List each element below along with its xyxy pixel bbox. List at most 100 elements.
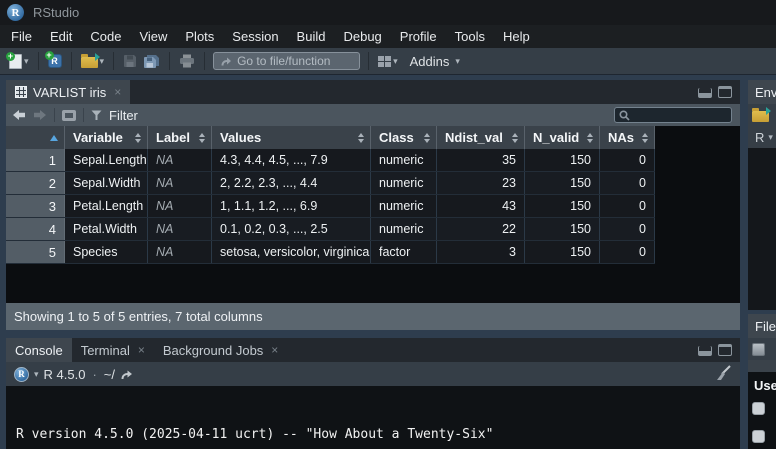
chevron-down-icon[interactable]: ▾: [34, 370, 39, 379]
menu-session[interactable]: Session: [223, 26, 287, 47]
close-icon[interactable]: ×: [114, 85, 121, 99]
file-checkbox[interactable]: [752, 430, 765, 443]
menu-plots[interactable]: Plots: [176, 26, 223, 47]
clear-console-button[interactable]: [714, 365, 732, 387]
chevron-down-icon[interactable]: ▾: [768, 133, 773, 142]
cell-class: factor: [371, 241, 437, 263]
chevron-down-icon[interactable]: ▾: [393, 57, 398, 66]
working-directory[interactable]: ~/: [104, 367, 115, 382]
file-checkbox[interactable]: [752, 402, 765, 415]
close-icon[interactable]: ×: [271, 343, 278, 357]
tab-files[interactable]: Files: [748, 314, 776, 338]
console-output: R version 4.5.0 (2025-04-11 ucrt) -- "Ho…: [6, 386, 740, 449]
header-nas[interactable]: NAs: [600, 126, 655, 149]
table-status-bar: Showing 1 to 5 of 5 entries, 7 total col…: [6, 303, 740, 330]
table-search-box[interactable]: [614, 107, 732, 123]
goto-directory-arrow-icon[interactable]: [120, 369, 133, 380]
save-all-button[interactable]: [140, 52, 163, 71]
row-number: 5: [6, 241, 65, 263]
pane-layout-button[interactable]: ▾: [375, 54, 401, 69]
cell-values: 0.1, 0.2, 0.3, ..., 2.5: [212, 218, 371, 240]
cell-label: NA: [148, 241, 212, 263]
table-row[interactable]: 5 Species NA setosa, versicolor, virgini…: [6, 241, 655, 264]
chevron-down-icon[interactable]: ▾: [24, 57, 29, 66]
table-search-input[interactable]: [633, 109, 727, 121]
status-text: Showing 1 to 5 of 5 entries, 7 total col…: [14, 309, 263, 324]
tab-console[interactable]: Console: [6, 338, 72, 362]
tab-label: Terminal: [81, 343, 130, 358]
environment-toolbar: [748, 104, 776, 126]
new-blank-file-icon[interactable]: [752, 343, 765, 356]
new-project-button[interactable]: [45, 52, 65, 70]
maximize-pane-icon[interactable]: [718, 344, 732, 356]
table-row[interactable]: 2 Sepal.Width NA 2, 2.2, 2.3, ..., 4.4 n…: [6, 172, 655, 195]
goto-file-function-box[interactable]: [213, 52, 360, 70]
save-icon: [123, 54, 137, 68]
cell-values: 1, 1.1, 1.2, ..., 6.9: [212, 195, 371, 217]
minimize-pane-icon[interactable]: [698, 88, 712, 98]
console-toolbar: ▾ R 4.5.0 · ~/: [6, 362, 740, 386]
open-file-button[interactable]: ▾: [78, 52, 108, 70]
cell-label: NA: [148, 149, 212, 171]
header-rownum[interactable]: [6, 126, 65, 149]
addins-button[interactable]: Addins ▾: [401, 52, 463, 71]
menu-build[interactable]: Build: [288, 26, 335, 47]
cell-n-valid: 150: [525, 149, 600, 171]
table-row[interactable]: 1 Sepal.Length NA 4.3, 4.4, 4.5, ..., 7.…: [6, 149, 655, 172]
pane-window-buttons: [698, 344, 732, 356]
tab-varlist-iris[interactable]: VARLIST iris ×: [6, 80, 130, 104]
environment-tabstrip: Environment: [748, 80, 776, 104]
sort-ascending-icon: [50, 135, 58, 141]
header-class[interactable]: Class: [371, 126, 437, 149]
tab-background-jobs[interactable]: Background Jobs ×: [154, 338, 287, 362]
header-ndist-val[interactable]: Ndist_val: [437, 126, 525, 149]
forward-arrow-icon[interactable]: [33, 109, 47, 121]
cell-ndist-val: 23: [437, 172, 525, 194]
table-row[interactable]: 3 Petal.Length NA 1, 1.1, 1.2, ..., 6.9 …: [6, 195, 655, 218]
header-label[interactable]: Label: [148, 126, 212, 149]
print-icon: [179, 54, 195, 68]
import-dataset-folder-icon[interactable]: [752, 111, 769, 122]
cell-values: 2, 2.2, 2.3, ..., 4.4: [212, 172, 371, 194]
menu-code[interactable]: Code: [81, 26, 130, 47]
header-n-valid[interactable]: N_valid: [525, 126, 600, 149]
header-values[interactable]: Values: [212, 126, 371, 149]
menu-file[interactable]: File: [2, 26, 41, 47]
sort-icon: [199, 133, 205, 143]
back-arrow-icon[interactable]: [12, 109, 26, 121]
menu-help[interactable]: Help: [494, 26, 539, 47]
new-file-button[interactable]: ▾: [6, 52, 32, 71]
menu-tools[interactable]: Tools: [446, 26, 494, 47]
header-variable[interactable]: Variable: [65, 126, 148, 149]
files-column-header: [748, 360, 776, 372]
menu-view[interactable]: View: [130, 26, 176, 47]
menu-profile[interactable]: Profile: [391, 26, 446, 47]
cell-n-valid: 150: [525, 195, 600, 217]
close-icon[interactable]: ×: [138, 343, 145, 357]
filter-funnel-icon[interactable]: [91, 110, 102, 121]
goto-file-function-input[interactable]: [237, 54, 353, 68]
toolbar-separator: [113, 52, 114, 70]
new-project-icon: [48, 54, 62, 68]
cell-nas: 0: [600, 195, 655, 217]
print-button[interactable]: [176, 52, 198, 70]
maximize-pane-icon[interactable]: [718, 86, 732, 98]
save-button[interactable]: [120, 52, 140, 70]
r-version-icon[interactable]: [14, 367, 29, 382]
tab-terminal[interactable]: Terminal ×: [72, 338, 154, 362]
chevron-down-icon[interactable]: ▾: [100, 57, 105, 66]
menu-edit[interactable]: Edit: [41, 26, 81, 47]
cell-values: 4.3, 4.4, 4.5, ..., 7.9: [212, 149, 371, 171]
cell-n-valid: 150: [525, 241, 600, 263]
environment-scope-label[interactable]: R: [755, 130, 764, 145]
tab-environment[interactable]: Environment: [748, 80, 776, 104]
minimize-pane-icon[interactable]: [698, 346, 712, 356]
cell-ndist-val: 22: [437, 218, 525, 240]
filter-button[interactable]: Filter: [109, 108, 138, 123]
open-in-new-window-icon[interactable]: [62, 110, 76, 121]
table-row[interactable]: 4 Petal.Width NA 0.1, 0.2, 0.3, ..., 2.5…: [6, 218, 655, 241]
menu-debug[interactable]: Debug: [334, 26, 390, 47]
toolbar-separator: [204, 52, 205, 70]
row-number: 2: [6, 172, 65, 194]
r-version-label[interactable]: R 4.5.0: [44, 367, 86, 382]
